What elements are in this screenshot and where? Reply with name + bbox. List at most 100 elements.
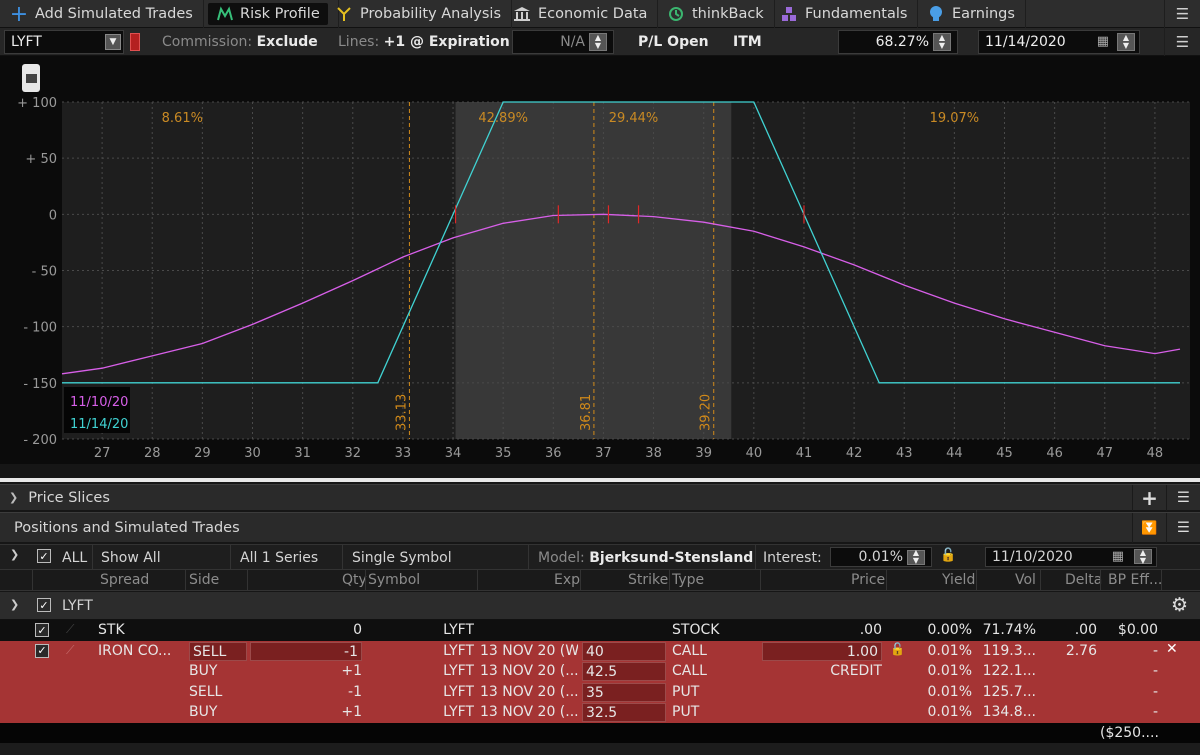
- price-slices-panel[interactable]: ❯ Price Slices + ☰: [0, 484, 1200, 511]
- unlock-icon[interactable]: 🔓: [940, 548, 956, 563]
- symbol-mode-filter[interactable]: Single Symbol: [352, 546, 452, 570]
- commission-selector[interactable]: Commission: Exclude: [162, 30, 318, 54]
- column-header-exp[interactable]: Exp: [554, 572, 580, 588]
- add-price-slice-button[interactable]: +: [1132, 485, 1166, 511]
- column-header-spread[interactable]: Spread: [100, 572, 149, 588]
- collapse-all-button[interactable]: ⏬: [1132, 513, 1166, 543]
- gear-icon[interactable]: ⚙: [1171, 594, 1188, 616]
- cell-strike[interactable]: 42.5: [582, 662, 666, 681]
- link-color-icon[interactable]: [130, 30, 144, 54]
- price-slices-menu-button[interactable]: ☰: [1166, 485, 1200, 511]
- itm-value: ITM: [733, 34, 762, 50]
- tab-risk-profile[interactable]: Risk Profile: [198, 0, 339, 28]
- column-header-side[interactable]: Side: [189, 572, 219, 588]
- cell-exp[interactable]: 13 NOV 20 (...: [480, 703, 578, 722]
- column-header-bp-effect[interactable]: BP Eff...: [1108, 572, 1162, 588]
- cell-price[interactable]: CREDIT: [762, 662, 882, 681]
- pl-mode-selector[interactable]: P/L Open: [638, 30, 709, 54]
- settings-menu-button[interactable]: ☰: [1164, 28, 1200, 56]
- lock-icon[interactable]: 🔓: [890, 642, 905, 656]
- cell-symbol: LYFT: [443, 622, 474, 638]
- collapse-arrow-icon[interactable]: ❯: [9, 491, 18, 504]
- tab-probability-analysis[interactable]: Probability Analysis: [325, 0, 512, 28]
- tab-thinkback[interactable]: thinkBack: [657, 0, 775, 28]
- positions-panel[interactable]: Positions and Simulated Trades ⏬ ☰: [0, 512, 1200, 543]
- column-header-yield[interactable]: Yield: [942, 572, 975, 588]
- chevron-down-icon[interactable]: ❯: [10, 548, 19, 561]
- group-checkbox[interactable]: ✓: [37, 598, 51, 612]
- commission-label: Commission:: [162, 34, 253, 50]
- cell-exp[interactable]: 13 NOV 20 (...: [480, 683, 578, 702]
- lines-selector[interactable]: Lines: +1 @ Expiration: [338, 30, 510, 54]
- symbol-input[interactable]: LYFT ▼: [4, 30, 124, 54]
- x-tick-label: 46: [1046, 446, 1063, 461]
- stepper-icon[interactable]: ▲ ▼: [1117, 33, 1135, 51]
- cell-symbol: LYFT: [443, 663, 474, 679]
- percent-field[interactable]: 68.27% ▲ ▼: [838, 30, 958, 54]
- cell-delta: [1042, 683, 1097, 702]
- stepper-icon[interactable]: ▲ ▼: [907, 549, 925, 565]
- cell-side[interactable]: BUY: [189, 662, 247, 681]
- cell-price[interactable]: [762, 683, 882, 702]
- price-marker-label: 39.20: [699, 394, 714, 431]
- column-header-price[interactable]: Price: [851, 572, 885, 588]
- table-row[interactable]: ✓ ⟋ STK 0 LYFT STOCK .00 0.00% 71.74% .00 $0.00: [0, 620, 1200, 641]
- cell-exp[interactable]: 13 NOV 20 (W...: [480, 642, 578, 661]
- column-header-symbol[interactable]: Symbol: [368, 572, 420, 588]
- table-row[interactable]: SELL -1 LYFT 13 NOV 20 (... 35 PUT 0.01% 125.7.…: [0, 681, 1200, 702]
- cell-side[interactable]: SELL: [189, 683, 247, 702]
- x-tick-label: 41: [796, 446, 813, 461]
- stepper-icon[interactable]: ▲ ▼: [1134, 548, 1152, 564]
- table-row[interactable]: ✓ ⟋ IRON CO... SELL-1 LYFT 13 NOV 20 (W...40 C…: [0, 640, 1200, 661]
- tab-add-simulated-trades[interactable]: + Add Simulated Trades: [0, 0, 204, 28]
- column-header-qty[interactable]: Qty: [342, 572, 367, 588]
- tab-economic-data[interactable]: Economic Data: [503, 0, 659, 28]
- select-all-checkbox[interactable]: ✓: [37, 549, 51, 563]
- positions-menu-button[interactable]: ☰: [1166, 513, 1200, 543]
- cell-price[interactable]: 1.00: [762, 641, 882, 661]
- row-checkbox[interactable]: ✓: [35, 643, 49, 658]
- symbol-value: LYFT: [11, 34, 42, 50]
- cell-price[interactable]: [762, 703, 882, 722]
- show-filter[interactable]: Show All: [101, 546, 161, 570]
- series-filter[interactable]: All 1 Series: [240, 546, 318, 570]
- row-checkbox[interactable]: ✓: [35, 623, 49, 637]
- stepper-icon[interactable]: ▲ ▼: [933, 33, 951, 51]
- cell-strike[interactable]: 40: [582, 641, 666, 661]
- top-menu-button[interactable]: ☰: [1164, 0, 1200, 28]
- cell-strike[interactable]: 32.5: [582, 703, 666, 722]
- date-field[interactable]: 11/14/2020 ▦ ▲ ▼: [978, 30, 1140, 54]
- interest-field[interactable]: 0.01% ▲ ▼: [830, 547, 932, 567]
- column-header-type[interactable]: Type: [672, 572, 704, 588]
- cell-strike[interactable]: 35: [582, 682, 666, 702]
- chart-canvas[interactable]: + 100 + 50 0 - 50 - 100 - 150 - 200 27 28 29 30 31 3…: [0, 56, 1200, 464]
- model-selector[interactable]: Model: Bjerksund-Stensland: [538, 546, 753, 570]
- cell-qty[interactable]: -1: [250, 683, 362, 702]
- tab-fundamentals[interactable]: Fundamentals: [770, 0, 919, 28]
- column-header-vol[interactable]: Vol: [1015, 572, 1036, 588]
- calendar-icon[interactable]: ▦: [1112, 549, 1124, 564]
- calendar-icon[interactable]: ▦: [1097, 34, 1109, 49]
- cell-vol: 122.1...: [982, 663, 1036, 679]
- cell-side[interactable]: BUY: [189, 703, 247, 722]
- chevron-down-icon[interactable]: ❯: [10, 598, 19, 611]
- x-tick-label: 45: [996, 446, 1013, 461]
- cell-qty[interactable]: -1: [250, 641, 362, 661]
- cell-side[interactable]: SELL: [189, 641, 247, 661]
- tab-earnings[interactable]: Earnings: [917, 0, 1026, 28]
- close-icon[interactable]: ✕: [1166, 641, 1178, 657]
- stepper-icon[interactable]: ▲ ▼: [589, 33, 607, 51]
- na-field[interactable]: N/A ▲ ▼: [512, 30, 614, 54]
- column-header-delta[interactable]: Delta: [1065, 572, 1102, 588]
- cell-price: .00: [859, 622, 882, 638]
- table-row[interactable]: BUY +1 LYFT 13 NOV 20 (... 42.5 CALL CREDIT 0.0…: [0, 661, 1200, 682]
- cell-qty[interactable]: +1: [250, 662, 362, 681]
- cell-exp[interactable]: 13 NOV 20 (...: [480, 662, 578, 681]
- position-group-lyft[interactable]: ❯ ✓ LYFT ⚙: [0, 592, 1200, 620]
- itm-selector[interactable]: ITM: [733, 30, 762, 54]
- table-row[interactable]: BUY +1 LYFT 13 NOV 20 (... 32.5 PUT 0.01% 134.8…: [0, 702, 1200, 723]
- column-header-strike[interactable]: Strike: [628, 572, 668, 588]
- cell-qty[interactable]: +1: [250, 703, 362, 722]
- filter-date-field[interactable]: 11/10/2020 ▦ ▲ ▼: [985, 547, 1157, 567]
- splitter[interactable]: [0, 478, 1200, 482]
